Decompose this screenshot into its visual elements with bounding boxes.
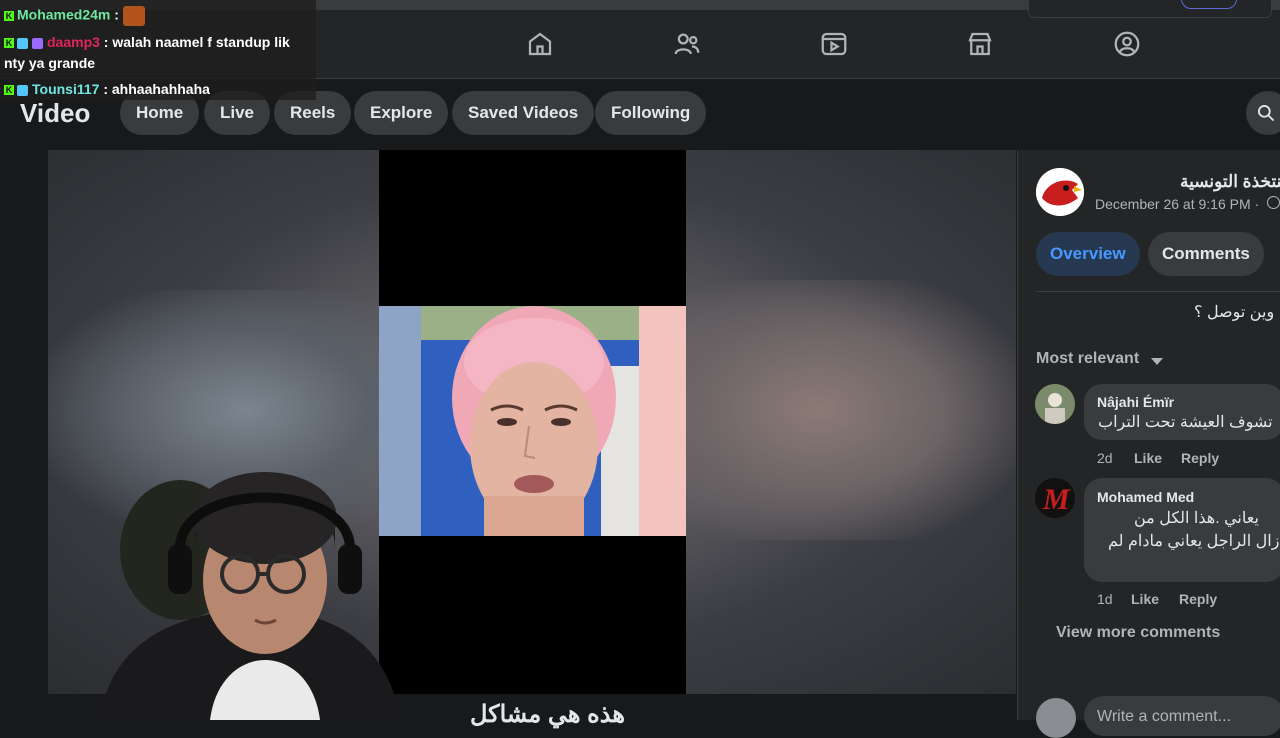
comment-text-line2: زال الراجل يعاني مادام لم — [1108, 533, 1280, 550]
globe-icon — [1267, 196, 1280, 209]
chat-username: Mohamed24m — [17, 6, 111, 23]
subscriber-badge-icon — [17, 84, 28, 96]
home-icon[interactable] — [524, 28, 556, 60]
tab-saved-videos[interactable]: Saved Videos — [452, 91, 595, 135]
friends-icon[interactable] — [671, 28, 703, 60]
commenter-avatar[interactable] — [1035, 384, 1075, 424]
chat-text: walah naamel f standup lik — [112, 34, 290, 50]
chat-message: Kdaamp3 : walah naamel f standup lik — [4, 34, 290, 50]
comment-text: تشوف العيشة تحت التراب — [1098, 414, 1273, 431]
marketplace-icon[interactable] — [964, 28, 996, 60]
kick-badge-icon: K — [4, 85, 14, 96]
like-button[interactable]: Like — [1131, 591, 1159, 607]
video-icon[interactable] — [818, 28, 850, 60]
reply-button[interactable]: Reply — [1179, 591, 1217, 607]
eagle-logo-icon — [1036, 168, 1084, 216]
view-more-comments-link[interactable]: View more comments — [1056, 624, 1220, 642]
post-date[interactable]: December 26 at 9:16 PM · — [1095, 196, 1259, 212]
tab-comments[interactable]: Comments — [1148, 232, 1264, 276]
comment-author[interactable]: Nâjahi Émïr — [1097, 394, 1174, 410]
comment-placeholder: Write a comment... — [1097, 708, 1231, 725]
like-button[interactable]: Like — [1134, 450, 1162, 466]
subscriber-badge-icon — [17, 37, 28, 49]
kick-badge-icon: K — [4, 38, 14, 49]
caret-down-icon[interactable] — [1151, 358, 1163, 365]
comment-author[interactable]: Mohamed Med — [1097, 489, 1194, 505]
gift-badge-icon — [32, 37, 43, 49]
chat-message: K Tounsi117 : ahhaahahhaha — [4, 81, 210, 97]
search-icon — [1258, 105, 1275, 122]
emote-icon — [122, 6, 145, 26]
chat-separator: : — [99, 81, 112, 97]
blurred-backdrop-right — [686, 280, 1016, 540]
notification-popup — [1028, 0, 1272, 18]
chat-separator: : — [110, 6, 119, 23]
divider — [1036, 291, 1280, 292]
tab-explore[interactable]: Explore — [354, 91, 449, 135]
popup-button[interactable] — [1181, 0, 1237, 9]
page-title: Video — [20, 98, 91, 128]
comment-time[interactable]: 1d — [1097, 591, 1113, 607]
groups-icon[interactable] — [1111, 28, 1143, 60]
page-avatar[interactable] — [1036, 168, 1084, 216]
my-avatar — [1036, 698, 1076, 738]
chat-text: ahhaahahhaha — [111, 81, 210, 97]
svg-text:M: M — [1042, 483, 1071, 516]
streamer-webcam — [60, 440, 500, 720]
reply-button[interactable]: Reply — [1181, 450, 1219, 466]
tab-following[interactable]: Following — [595, 91, 707, 135]
sort-dropdown[interactable]: Most relevant — [1036, 350, 1139, 368]
commenter-avatar[interactable]: M — [1035, 478, 1075, 518]
comment-text-line1: يعاني .هذا الكل من — [1134, 510, 1259, 527]
chat-message-continued: nty ya grande — [4, 55, 96, 71]
chat-message: K Mohamed24m : — [4, 6, 145, 26]
tab-overview[interactable]: Overview — [1036, 232, 1140, 276]
chat-username: daamp3 — [47, 34, 100, 50]
chat-username: Tounsi117 — [32, 81, 100, 97]
comment-time[interactable]: 2d — [1097, 450, 1113, 466]
page-name[interactable]: المنتخذة التونسية — [1180, 172, 1280, 192]
kick-badge-icon: K — [4, 11, 14, 21]
post-text: وين توصل ؟ — [1194, 304, 1275, 321]
chat-separator: : — [99, 34, 113, 50]
